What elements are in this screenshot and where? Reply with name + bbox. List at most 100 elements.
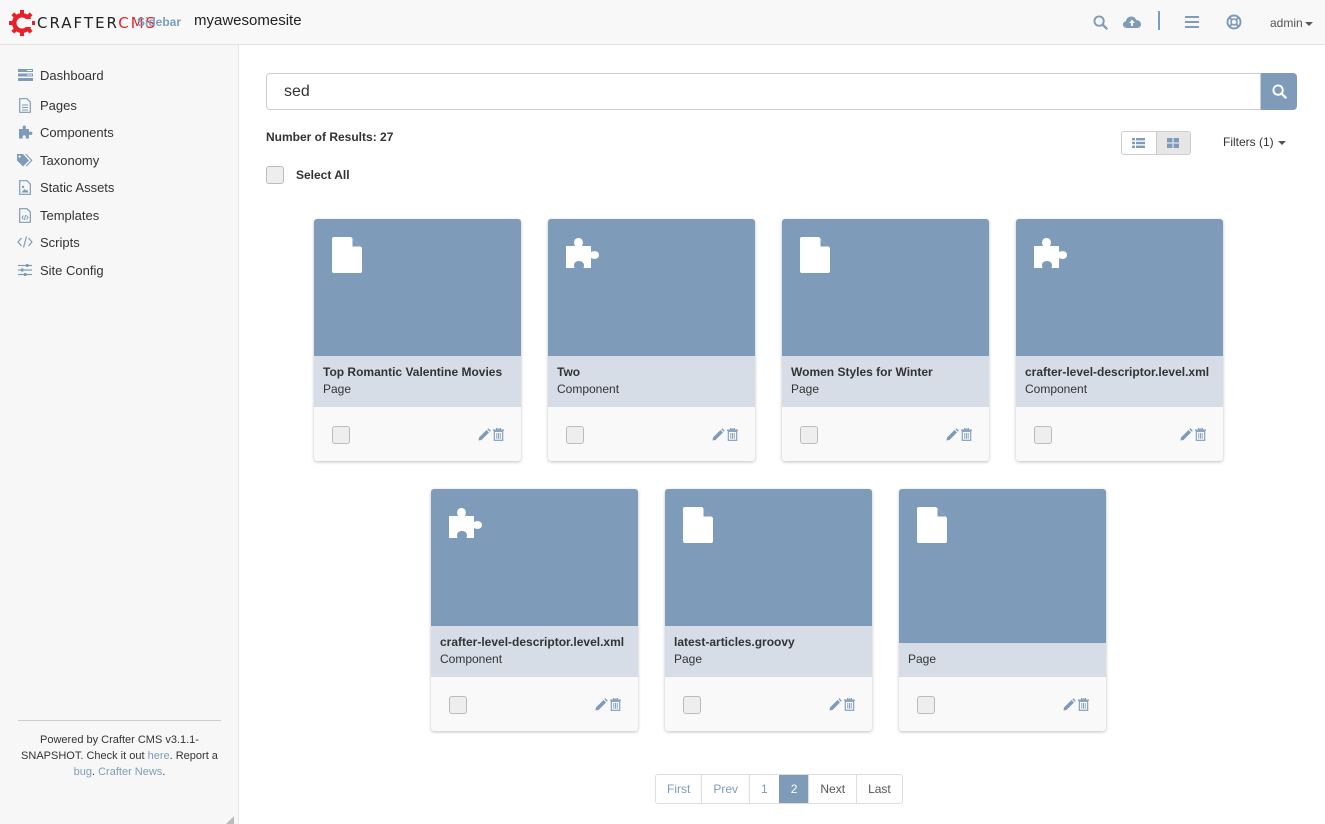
card-info: Women Styles for Winter Page xyxy=(782,356,989,407)
page-2-current[interactable]: 2 xyxy=(778,775,809,803)
card-footer xyxy=(548,407,755,461)
card-info: crafter-level-descriptor.level.xml Compon… xyxy=(431,626,638,677)
card-thumbnail[interactable] xyxy=(782,219,989,356)
card-type: Component xyxy=(557,382,620,396)
file-icon xyxy=(917,507,947,548)
card-type: Component xyxy=(1025,382,1088,396)
card-select-checkbox[interactable] xyxy=(1034,426,1052,444)
delete-trash-icon[interactable] xyxy=(493,427,504,446)
user-menu[interactable]: admin xyxy=(1270,16,1313,30)
card-select-checkbox[interactable] xyxy=(683,696,701,714)
grid-icon xyxy=(1167,138,1180,148)
search-input[interactable] xyxy=(266,73,1261,110)
card-type: Page xyxy=(323,382,352,396)
delete-trash-icon[interactable] xyxy=(727,427,738,446)
sidebar-item-taxonomy[interactable]: Taxonomy xyxy=(17,150,99,170)
page-icon xyxy=(17,97,33,113)
report-bug-link[interactable]: bug xyxy=(74,766,92,778)
card-type: Page xyxy=(791,382,820,396)
card-thumbnail[interactable] xyxy=(899,489,1106,643)
sidebar-item-components[interactable]: Components xyxy=(17,122,114,142)
search-button[interactable] xyxy=(1261,73,1297,110)
file-icon xyxy=(800,237,830,278)
sidebar-item-static-assets[interactable]: Static Assets xyxy=(17,177,114,197)
card-title[interactable]: crafter-level-descriptor.level.xml xyxy=(440,634,629,651)
card-info: Top Romantic Valentine Movies Page xyxy=(314,356,521,407)
card-select-checkbox[interactable] xyxy=(566,426,584,444)
site-name[interactable]: myawesomesite xyxy=(194,12,302,29)
card-title[interactable]: crafter-level-descriptor.level.xml xyxy=(1025,364,1214,381)
card-title[interactable]: Two xyxy=(557,364,746,381)
sidebar-item-scripts[interactable]: Scripts xyxy=(17,232,80,252)
page-prev[interactable]: Prev xyxy=(701,775,750,803)
delete-trash-icon[interactable] xyxy=(610,697,621,716)
card-footer xyxy=(314,407,521,461)
result-card[interactable]: Two Component xyxy=(548,219,755,461)
here-link[interactable]: here xyxy=(148,750,170,762)
card-select-checkbox[interactable] xyxy=(800,426,818,444)
nav-divider xyxy=(1158,11,1160,30)
view-mode-toggle xyxy=(1121,131,1191,155)
result-card[interactable]: Page xyxy=(899,489,1106,731)
puzzle-icon xyxy=(449,507,483,543)
list-view-button[interactable] xyxy=(1122,132,1156,154)
sidebar-item-templates[interactable]: Templates xyxy=(17,205,99,225)
cloud-upload-icon[interactable] xyxy=(1122,12,1142,32)
edit-pencil-icon[interactable] xyxy=(1180,428,1193,446)
edit-pencil-icon[interactable] xyxy=(712,428,725,446)
menu-icon[interactable] xyxy=(1182,12,1202,32)
page-last[interactable]: Last xyxy=(856,775,902,803)
filters-dropdown[interactable]: Filters (1) xyxy=(1223,135,1286,149)
sidebar-resize-handle[interactable] xyxy=(226,811,234,824)
result-card[interactable]: crafter-level-descriptor.level.xml Compon… xyxy=(1016,219,1223,461)
card-select-checkbox[interactable] xyxy=(917,696,935,714)
page-1[interactable]: 1 xyxy=(749,775,779,803)
grid-view-button[interactable] xyxy=(1155,132,1190,154)
select-all-checkbox[interactable] xyxy=(266,166,284,184)
card-info: Two Component xyxy=(548,356,755,407)
edit-pencil-icon[interactable] xyxy=(1063,698,1076,716)
delete-trash-icon[interactable] xyxy=(1195,427,1206,446)
tags-icon xyxy=(17,152,33,168)
crafter-news-link[interactable]: Crafter News xyxy=(98,766,162,778)
sidebar-toggle[interactable]: Sidebar xyxy=(137,15,181,29)
search-icon[interactable] xyxy=(1090,12,1110,32)
card-title[interactable]: Top Romantic Valentine Movies xyxy=(323,364,512,381)
dashboard-icon xyxy=(17,67,33,83)
card-footer xyxy=(431,677,638,731)
crafter-logo[interactable]: CRAFTERCMS xyxy=(9,8,157,38)
card-title[interactable]: latest-articles.groovy xyxy=(674,634,863,651)
help-lifebuoy-icon[interactable] xyxy=(1224,12,1244,32)
card-select-checkbox[interactable] xyxy=(449,696,467,714)
sidebar-item-pages[interactable]: Pages xyxy=(17,95,77,115)
result-card[interactable]: latest-articles.groovy Page xyxy=(665,489,872,731)
result-card[interactable]: Top Romantic Valentine Movies Page xyxy=(314,219,521,461)
gear-logo-icon xyxy=(9,10,35,36)
card-type: Page xyxy=(908,652,937,666)
puzzle-icon xyxy=(566,237,600,273)
card-thumbnail[interactable] xyxy=(665,489,872,626)
edit-pencil-icon[interactable] xyxy=(595,698,608,716)
card-select-checkbox[interactable] xyxy=(332,426,350,444)
card-thumbnail[interactable] xyxy=(314,219,521,356)
caret-down-icon xyxy=(1304,21,1313,26)
puzzle-icon xyxy=(1034,237,1068,273)
card-thumbnail[interactable] xyxy=(1016,219,1223,356)
card-thumbnail[interactable] xyxy=(431,489,638,626)
delete-trash-icon[interactable] xyxy=(844,697,855,716)
delete-trash-icon[interactable] xyxy=(1078,697,1089,716)
card-type: Component xyxy=(440,652,503,666)
result-card[interactable]: crafter-level-descriptor.level.xml Compon… xyxy=(431,489,638,731)
page-first[interactable]: First xyxy=(656,775,702,803)
edit-pencil-icon[interactable] xyxy=(478,428,491,446)
result-card[interactable]: Women Styles for Winter Page xyxy=(782,219,989,461)
delete-trash-icon[interactable] xyxy=(961,427,972,446)
edit-pencil-icon[interactable] xyxy=(946,428,959,446)
page-next[interactable]: Next xyxy=(808,775,857,803)
code-icon xyxy=(17,234,33,250)
card-thumbnail[interactable] xyxy=(548,219,755,356)
edit-pencil-icon[interactable] xyxy=(829,698,842,716)
sidebar-item-dashboard[interactable]: Dashboard xyxy=(17,65,104,85)
card-title[interactable]: Women Styles for Winter xyxy=(791,364,980,381)
sidebar-item-site-config[interactable]: Site Config xyxy=(17,260,104,280)
